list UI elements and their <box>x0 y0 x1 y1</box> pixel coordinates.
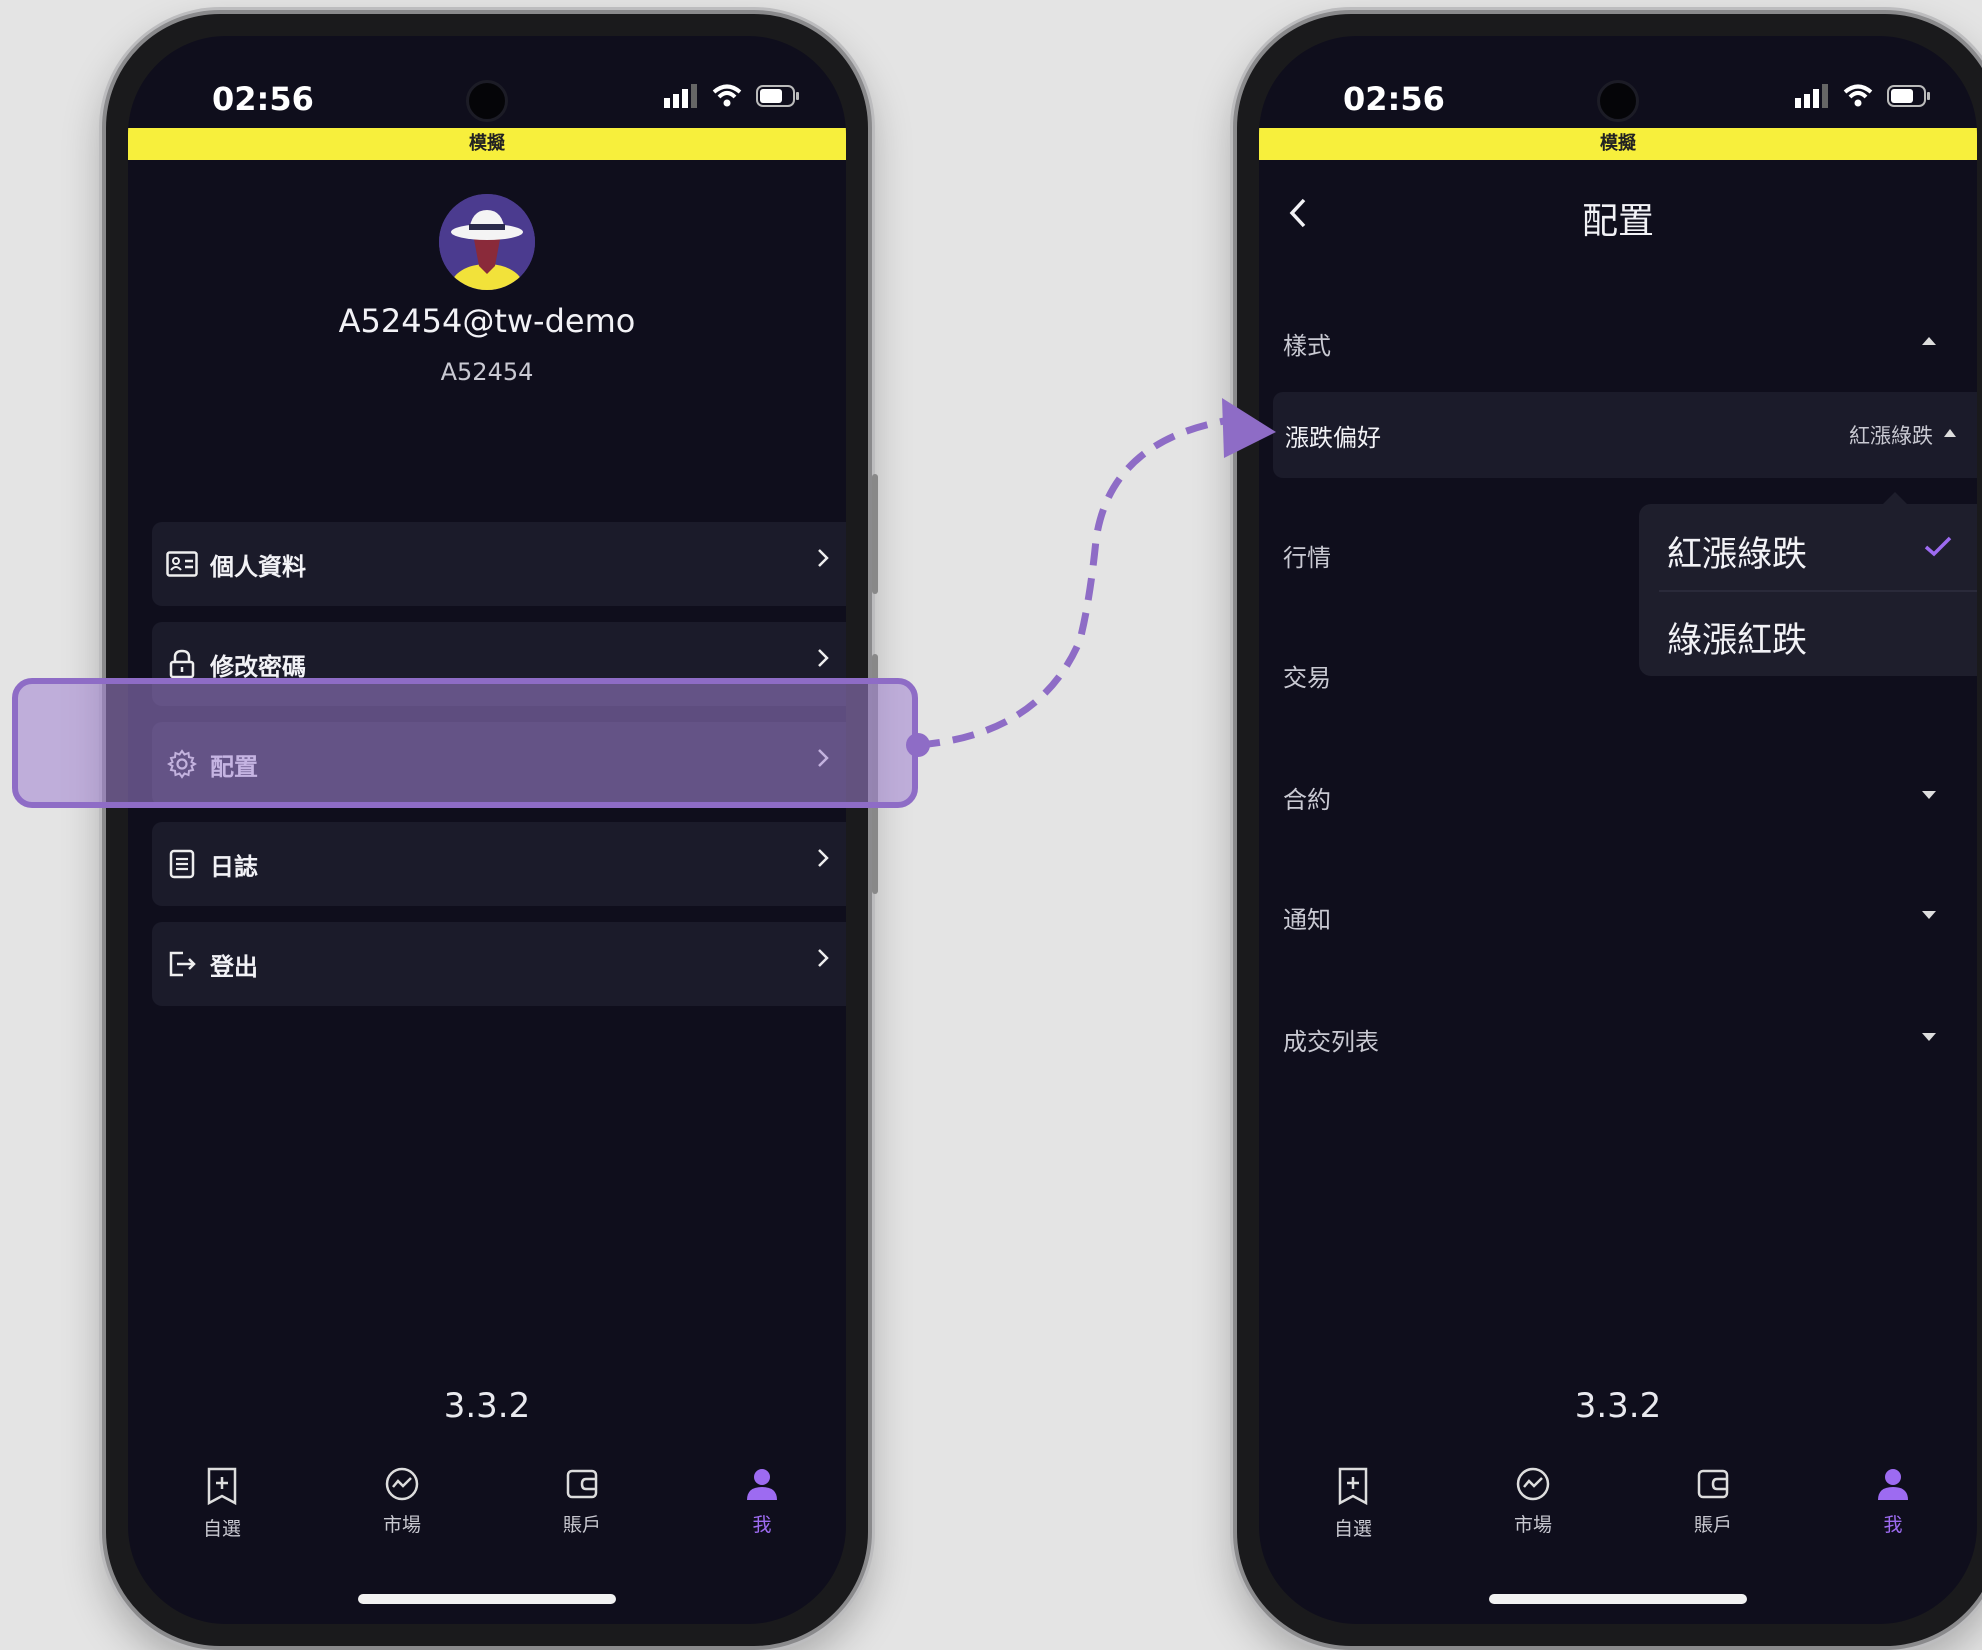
connector-arrow <box>906 398 1276 757</box>
arrow-head-icon <box>1222 398 1276 458</box>
connector-start-dot <box>906 733 930 757</box>
